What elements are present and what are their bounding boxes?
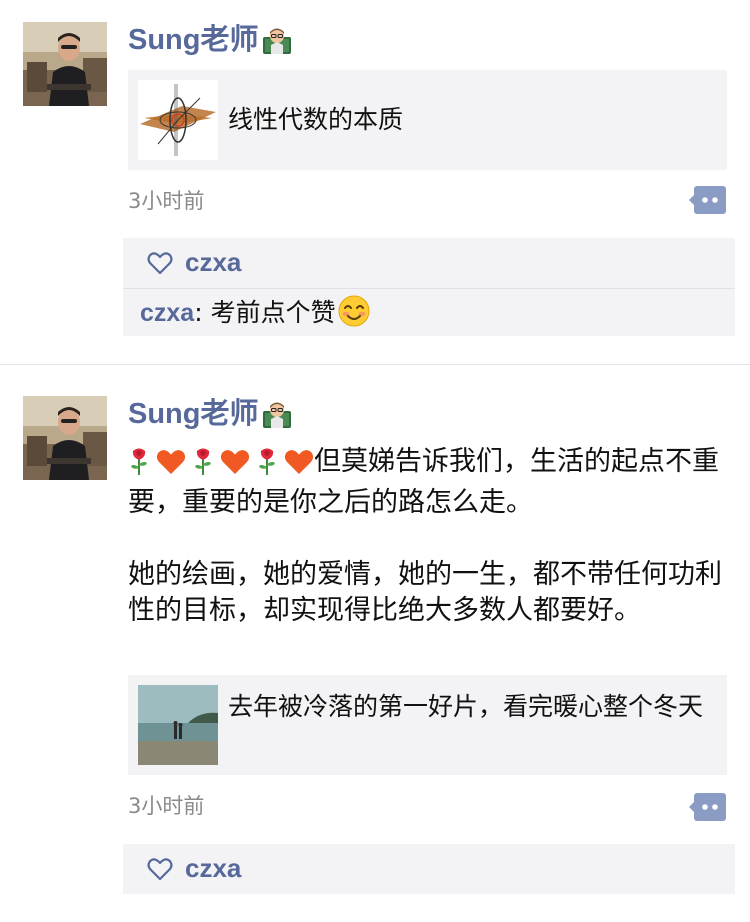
orange-heart-emoji-icon [156,449,186,485]
post-paragraph: 她的绘画，她的爱情，她的一生，都不带任何功利性的目标，却实现得比绝大多数人都要好… [128,559,722,626]
link-thumbnail [138,80,218,160]
avatar[interactable] [23,396,107,480]
link-thumbnail [138,685,218,765]
post-time: 3小时前 [128,189,205,213]
comment-separator: : [194,298,211,327]
heart-outline-icon [147,857,173,885]
link-title: 去年被冷落的第一好片，看完暖心整个冬天 [228,692,704,721]
comment-icon[interactable] [689,186,726,214]
post-author-name[interactable]: Sung老师 [128,394,292,440]
shared-link-card[interactable]: 去年被冷落的第一好片，看完暖心整个冬天 [128,675,727,775]
post-text: 但莫娣告诉我们，生活的起点不重要，重要的是你之后的路怎么走。 她的绘画，她的爱情… [128,444,728,629]
comment-icon[interactable] [689,793,726,821]
rose-emoji-icon [128,447,150,485]
heart-outline-icon [147,251,173,279]
post-paragraph-text: 但莫娣告诉我们，生活的起点不重要，重要的是你之后的路怎么走。 [128,446,719,518]
like-user-name[interactable]: czxa [185,245,241,279]
avatar[interactable] [23,22,107,106]
shared-link-card[interactable]: 线性代数的本质 [128,70,727,170]
smiling-face-emoji-icon [338,295,370,336]
likes-comments-box: czxa [123,844,735,894]
rose-emoji-icon [256,447,278,485]
teacher-emoji-icon [262,25,292,66]
moment-post-1: Sung老师 线性代数的本质 3小时前 czxa czxa: 考前点个赞 [0,0,750,364]
link-title: 线性代数的本质 [228,105,404,134]
orange-heart-emoji-icon [284,449,314,485]
post-author-name[interactable]: Sung老师 [128,20,292,66]
comment-text: 考前点个赞 [210,298,336,327]
comment-author[interactable]: czxa [140,299,194,327]
like-row: czxa [123,844,735,894]
like-row: czxa [123,238,735,288]
post-time: 3小时前 [128,794,205,818]
rose-emoji-icon [192,447,214,485]
like-user-name[interactable]: czxa [185,851,241,885]
likes-divider [123,288,735,289]
orange-heart-emoji-icon [220,449,250,485]
comment-item[interactable]: czxa: 考前点个赞 [140,295,370,336]
likes-comments-box: czxa czxa: 考前点个赞 [123,238,735,336]
post-paragraph: 但莫娣告诉我们，生活的起点不重要，重要的是你之后的路怎么走。 [128,444,728,521]
moment-post-2: Sung老师 但莫娣告诉我们，生活的起点不重要，重要的是你之后的路怎么走。 她的… [0,365,750,922]
teacher-emoji-icon [262,399,292,440]
